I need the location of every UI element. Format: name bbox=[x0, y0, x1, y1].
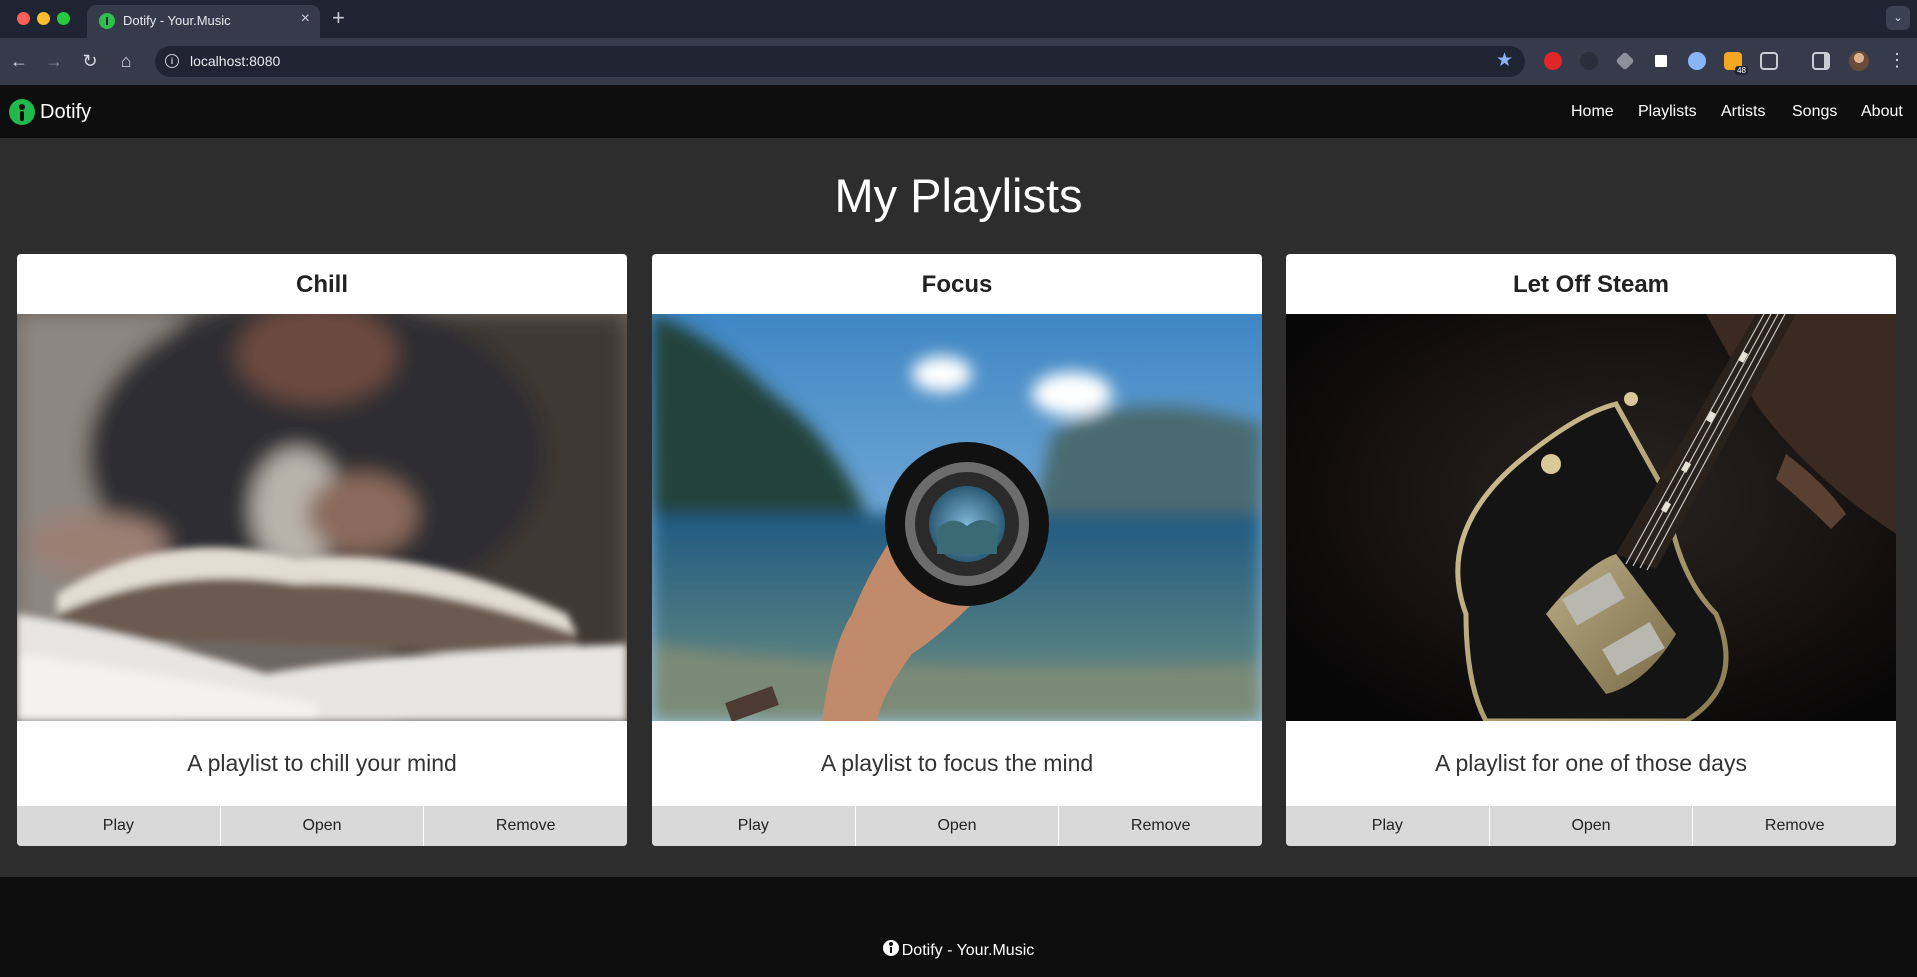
nav-songs-link[interactable]: Songs bbox=[1792, 103, 1837, 121]
open-button[interactable]: Open bbox=[855, 806, 1060, 846]
extension-dark-icon[interactable] bbox=[1580, 52, 1598, 70]
extensions-puzzle-icon[interactable] bbox=[1760, 52, 1778, 70]
playlist-description: A playlist to chill your mind bbox=[187, 750, 457, 776]
remove-button[interactable]: Remove bbox=[1693, 806, 1896, 846]
dotify-logo-icon[interactable] bbox=[9, 99, 35, 125]
nav-artists-link[interactable]: Artists bbox=[1721, 103, 1765, 121]
remove-button[interactable]: Remove bbox=[424, 806, 627, 846]
play-button[interactable]: Play bbox=[1286, 806, 1490, 846]
playlist-description: A playlist to focus the mind bbox=[820, 750, 1094, 776]
bookmark-star-icon[interactable]: ★ bbox=[1496, 49, 1513, 72]
playlist-image-lens-over-lake bbox=[652, 314, 1262, 721]
dotify-favicon-icon bbox=[99, 13, 115, 29]
playlist-title: Let Off Steam bbox=[1512, 271, 1670, 298]
reload-icon[interactable]: ↻ bbox=[79, 50, 101, 72]
back-icon[interactable]: ← bbox=[8, 50, 30, 72]
extension-cube-icon[interactable] bbox=[1615, 51, 1635, 71]
site-info-icon[interactable]: i bbox=[165, 54, 179, 68]
play-button[interactable]: Play bbox=[17, 806, 221, 846]
new-tab-button[interactable]: + bbox=[332, 6, 345, 30]
nav-playlists-link[interactable]: Playlists bbox=[1638, 103, 1697, 121]
playlist-title: Focus bbox=[921, 271, 993, 298]
url-text[interactable]: localhost:8080 bbox=[190, 53, 280, 69]
site-footer: Dotify - Your.Music bbox=[0, 877, 1917, 977]
playlist-title: Chill bbox=[296, 271, 348, 298]
browser-menu-icon[interactable]: ⋮ bbox=[1888, 49, 1906, 71]
playlist-actions: Play Open Remove bbox=[652, 806, 1262, 846]
playlist-image-reading-with-mug bbox=[17, 314, 627, 721]
browser-tabstrip: Dotify - Your.Music × + ⌄ bbox=[0, 0, 1917, 38]
home-icon[interactable]: ⌂ bbox=[115, 50, 137, 72]
playlist-card-chill: Chill A playlist to chill your mind Play… bbox=[17, 254, 627, 846]
browser-toolbar: ← → ↻ ⌂ i localhost:8080 ★ 48 ⋮ bbox=[0, 38, 1917, 85]
tab-search-button[interactable]: ⌄ bbox=[1886, 6, 1910, 30]
extension-red-icon[interactable] bbox=[1544, 52, 1562, 70]
playlist-image-electric-guitar bbox=[1286, 314, 1896, 721]
tab-title: Dotify - Your.Music bbox=[123, 13, 231, 28]
site-header: Dotify Home Playlists Artists Songs Abou… bbox=[0, 85, 1917, 138]
address-bar[interactable]: i localhost:8080 ★ bbox=[155, 46, 1525, 77]
remove-button[interactable]: Remove bbox=[1059, 806, 1262, 846]
close-tab-icon[interactable]: × bbox=[301, 11, 310, 27]
dotify-footer-icon bbox=[882, 940, 899, 956]
playlist-card-let-off-steam: Let Off Steam A playlist for one of thos… bbox=[1286, 254, 1896, 846]
footer-text: Dotify - Your.Music bbox=[901, 942, 1035, 959]
window-close-button[interactable] bbox=[17, 12, 30, 25]
window-zoom-button[interactable] bbox=[57, 12, 70, 25]
side-panel-icon[interactable] bbox=[1812, 52, 1830, 70]
extension-badge: 48 bbox=[1735, 66, 1748, 75]
open-button[interactable]: Open bbox=[1489, 806, 1694, 846]
extension-blue-icon[interactable] bbox=[1688, 52, 1706, 70]
extension-rss-icon[interactable]: 48 bbox=[1724, 52, 1748, 75]
forward-icon[interactable]: → bbox=[43, 50, 65, 72]
playlist-actions: Play Open Remove bbox=[17, 806, 627, 846]
browser-tab-active[interactable]: Dotify - Your.Music × bbox=[87, 5, 320, 38]
open-button[interactable]: Open bbox=[220, 806, 425, 846]
playlist-description: A playlist for one of those days bbox=[1435, 750, 1747, 776]
footer-content: Dotify - Your.Music bbox=[0, 940, 1917, 960]
extension-slash-icon[interactable] bbox=[1652, 52, 1670, 70]
playlist-card-focus: Focus A playlist to focus the mind Play … bbox=[652, 254, 1262, 846]
playlist-actions: Play Open Remove bbox=[1286, 806, 1896, 846]
nav-home-link[interactable]: Home bbox=[1571, 103, 1614, 121]
window-minimize-button[interactable] bbox=[37, 12, 50, 25]
profile-avatar[interactable] bbox=[1849, 51, 1869, 71]
brand-name[interactable]: Dotify bbox=[40, 101, 91, 124]
play-button[interactable]: Play bbox=[652, 806, 856, 846]
nav-about-link[interactable]: About bbox=[1861, 103, 1903, 121]
page-title: My Playlists bbox=[834, 169, 1083, 222]
